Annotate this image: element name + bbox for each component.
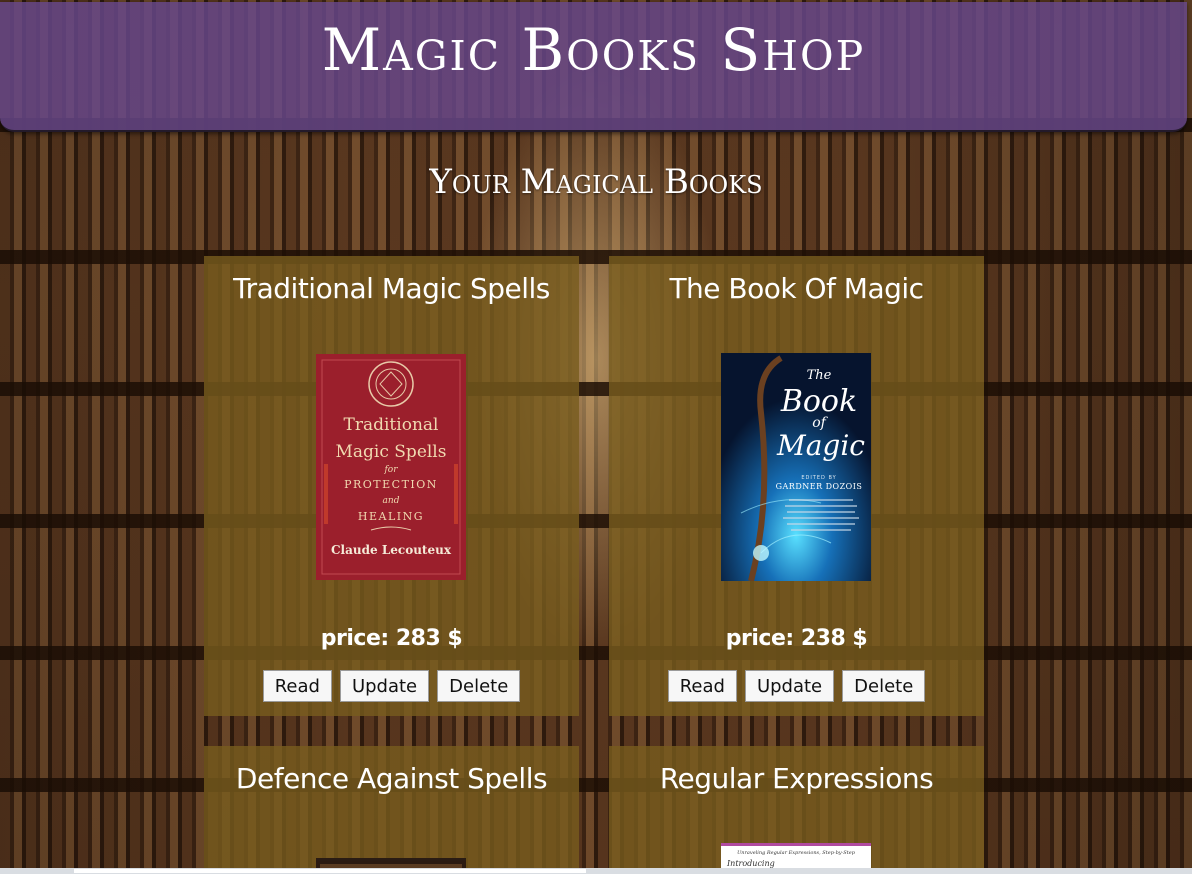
book-actions: Read Update Delete [609,670,984,702]
cover-text: HEALING [358,510,424,523]
cover-text: for [383,465,398,475]
book-cover-image: Unraveling Regular Expressions, Step-by-… [721,843,871,868]
cover-text: Magic Spells [336,442,447,462]
read-button[interactable]: Read [667,670,737,702]
book-card: Traditional Magic Spells Traditional Mag… [204,256,579,716]
site-title: Magic Books Shop [321,16,866,84]
read-button[interactable]: Read [262,670,332,702]
update-button[interactable]: Update [744,670,835,702]
cover-text: Book [780,384,857,419]
cover-text: EDITED BY [801,475,836,481]
site-header: Magic Books Shop [0,2,1187,132]
book-card: The Book Of Magic The Book of Magic EDIT… [609,256,984,716]
horizontal-scrollbar[interactable] [0,868,1192,874]
book-cover-image: The Book of Magic EDITED BY GARDNER DOZO… [721,353,871,581]
delete-button[interactable]: Delete [437,670,521,702]
book-title: Defence Against Spells [235,762,548,795]
book-title: Traditional Magic Spells [233,272,550,305]
book-price: price: 238 $ [725,626,868,651]
cover-text: Magic [776,429,865,462]
cover-author: Claude Lecouteux [331,543,452,557]
cover-text: Unraveling Regular Expressions, Step-by-… [737,850,856,856]
book-actions: Read Update Delete [204,670,579,702]
section-title: Your Magical Books [429,162,763,202]
delete-button[interactable]: Delete [842,670,926,702]
scrollbar-thumb[interactable] [74,869,586,873]
book-card: Regular Expressions Unraveling Regular E… [609,746,984,868]
book-title: The Book Of Magic [669,272,924,305]
cover-text: The [807,368,832,383]
cover-text: Introducing [726,859,775,868]
update-button[interactable]: Update [339,670,430,702]
book-price: price: 283 $ [320,626,463,651]
book-cover-image [316,858,466,868]
cover-text: PROTECTION [344,478,438,491]
book-cover-image: Traditional Magic Spells for PROTECTION … [316,354,466,580]
cover-author: GARDNER DOZOIS [776,482,863,491]
book-title: Regular Expressions [659,762,934,795]
cover-text: and [383,496,400,506]
book-card: Defence Against Spells [204,746,579,868]
cover-text: Traditional [344,415,439,435]
